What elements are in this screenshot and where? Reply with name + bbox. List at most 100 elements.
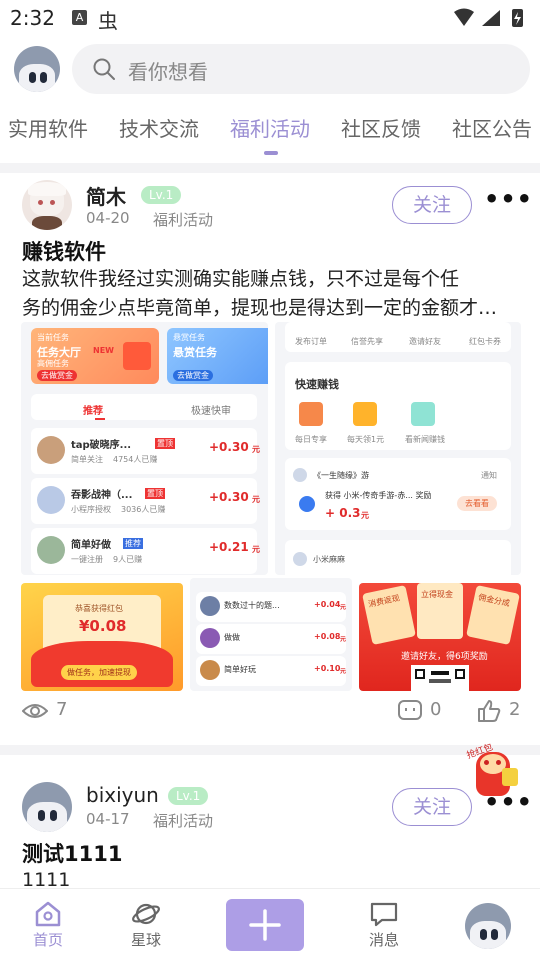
task-tag: 推荐 xyxy=(123,538,143,549)
post-image[interactable]: 当前任务 任务大厅 NEW 高佣任务 去做赏金 悬赏任务 悬赏任务 去做赏金 推… xyxy=(21,322,268,575)
author-avatar[interactable] xyxy=(22,782,72,832)
task-price: +0.04 xyxy=(314,600,341,609)
shortcut-label: 发布订单 xyxy=(295,337,327,346)
post-date: 04-20 xyxy=(86,209,130,227)
comment-icon[interactable] xyxy=(398,700,422,722)
task-price-unit: 元 xyxy=(252,445,260,454)
follow-button[interactable]: 关注 xyxy=(392,788,472,826)
notification-bug-icon: 虫 xyxy=(98,9,118,33)
tab-community-announcement[interactable]: 社区公告 xyxy=(452,113,532,142)
notice-tag: 通知 xyxy=(481,471,497,480)
card-caption: 当前任务 xyxy=(37,333,69,342)
status-time: 2:32 xyxy=(10,6,55,30)
nav-messages[interactable]: 消息 xyxy=(364,889,404,961)
notice-button: 去看看 xyxy=(457,496,497,511)
qr-code xyxy=(411,665,469,691)
author-name[interactable]: 简木 xyxy=(86,181,126,210)
task-count: 3036人已赚 xyxy=(121,505,166,514)
tab-tech-exchange[interactable]: 技术交流 xyxy=(119,113,199,142)
tab-welfare-activity[interactable]: 福利活动 xyxy=(230,113,310,142)
task-name: tap破晓序... xyxy=(71,440,132,451)
reward-card: 消费返现 xyxy=(362,584,416,646)
news-icon xyxy=(411,402,435,426)
shortcut-label: 信誉先享 xyxy=(351,337,383,346)
quick-label: 每日专享 xyxy=(295,435,327,444)
status-bar: 2:32 A 虫 xyxy=(0,0,540,38)
task-price-unit: 元 xyxy=(252,495,260,504)
task-tabs: 推荐 极速快审 xyxy=(31,394,257,420)
task-row: tap破晓序... 置顶 简单关注 4754人已赚 +0.30 元 xyxy=(31,428,260,474)
status-icons xyxy=(452,7,532,33)
author-name[interactable]: bixiyun xyxy=(86,783,159,807)
post-title[interactable]: 赚钱软件 xyxy=(22,236,106,266)
nav-label: 星球 xyxy=(131,931,162,949)
nav-home[interactable]: 首页 xyxy=(28,889,68,961)
nav-label: 消息 xyxy=(369,931,400,949)
task-row: 数数过十的题... +0.04 元 xyxy=(196,592,346,622)
task-avatar xyxy=(37,536,65,564)
post-body-line: 这款软件我经过实测确实能赚点钱，只不过是每个任 xyxy=(22,268,460,290)
task-avatar xyxy=(37,436,65,464)
calendar-icon xyxy=(299,402,323,426)
card-button: 去做赏金 xyxy=(173,370,213,381)
card-button: 去做赏金 xyxy=(37,370,77,381)
author-avatar[interactable] xyxy=(22,180,72,230)
shortcut-label: 邀请好友 xyxy=(409,337,441,346)
invite-banner: 邀请好友，得6项奖励 xyxy=(401,652,488,662)
search-bar[interactable]: 看你想看 xyxy=(72,44,530,94)
nav-label: 首页 xyxy=(33,931,64,949)
new-badge: NEW xyxy=(93,346,114,355)
task-price: +0.21 xyxy=(209,540,249,554)
reward-card-label: 立得现金 xyxy=(421,590,453,599)
clock-icon xyxy=(299,496,315,512)
red-packet-title: 恭喜获得红包 xyxy=(75,604,123,613)
divider xyxy=(0,745,540,755)
create-post-button[interactable] xyxy=(226,899,304,951)
section-title: 快速赚钱 xyxy=(295,378,339,391)
views-count: 7 xyxy=(56,699,68,720)
home-icon xyxy=(35,901,61,927)
shortcut-label: 红包卡券 xyxy=(469,337,501,346)
post-category[interactable]: 福利活动 xyxy=(153,209,213,230)
post-image[interactable]: 消费返现 立得现金 佣金分成 邀请好友，得6项奖励 xyxy=(359,583,521,691)
reward-card-label: 佣金分成 xyxy=(477,592,511,609)
task-count: 4754人已赚 xyxy=(113,455,158,464)
task-type: 小程序授权 xyxy=(71,505,111,514)
task-name: 吞影战神（... xyxy=(71,490,133,501)
task-tag: 置顶 xyxy=(155,438,175,449)
tab-community-feedback[interactable]: 社区反馈 xyxy=(341,113,421,142)
card-title: 悬赏任务 xyxy=(173,346,217,359)
notice-amount: + 0.3 xyxy=(325,506,361,520)
reward-card: 佣金分成 xyxy=(466,584,520,646)
post-image[interactable]: 数数过十的题... +0.04 元 做做 +0.08 元 简单好玩 +0.10 … xyxy=(190,578,352,691)
tab-practical-software[interactable]: 实用软件 xyxy=(8,113,88,142)
notice-text: 获得 小米-传奇手游-赤... 奖励 xyxy=(325,491,432,500)
task-name: 做做 xyxy=(224,633,240,642)
red-packet-float-button[interactable]: 抢红包 xyxy=(466,742,518,806)
like-icon[interactable] xyxy=(477,699,501,723)
post-image[interactable]: 恭喜获得红包 ¥0.08 做任务，加速提现 xyxy=(21,583,183,691)
quick-label: 每天领1元 xyxy=(347,435,385,444)
nav-profile-avatar[interactable] xyxy=(465,903,511,949)
tab-fast-review: 极速快审 xyxy=(191,406,231,417)
user-avatar[interactable] xyxy=(14,46,60,92)
wifi-signal-battery-icon xyxy=(454,8,523,27)
more-options-icon[interactable]: ••• xyxy=(484,185,533,213)
post-body[interactable]: 这款软件我经过实测确实能赚点钱，只不过是每个任 务的佣金少点毕竟简单，提现也是得… xyxy=(22,265,512,323)
quick-label: 看新闻赚钱 xyxy=(405,435,445,444)
nav-planet[interactable]: 星球 xyxy=(126,889,166,961)
post-image[interactable]: 发布订单 信誉先享 邀请好友 红包卡券 快速赚钱 每日专享 每天领1元 看新闻赚… xyxy=(275,322,521,575)
plus-icon xyxy=(249,909,281,941)
follow-button[interactable]: 关注 xyxy=(392,186,472,224)
task-price-unit: 元 xyxy=(340,604,347,611)
gift-box-icon xyxy=(123,342,151,370)
notice-title: 《一生随缘》游 xyxy=(313,471,369,480)
comments-count: 0 xyxy=(430,699,442,720)
task-name: 简单好做 xyxy=(71,540,111,551)
coin-icon xyxy=(353,402,377,426)
task-price-unit: 元 xyxy=(252,545,260,554)
post-category[interactable]: 福利活动 xyxy=(153,810,213,831)
task-price: +0.30 xyxy=(209,440,249,454)
task-name: 简单好玩 xyxy=(224,665,256,674)
post-title[interactable]: 测试1111 xyxy=(22,838,122,868)
